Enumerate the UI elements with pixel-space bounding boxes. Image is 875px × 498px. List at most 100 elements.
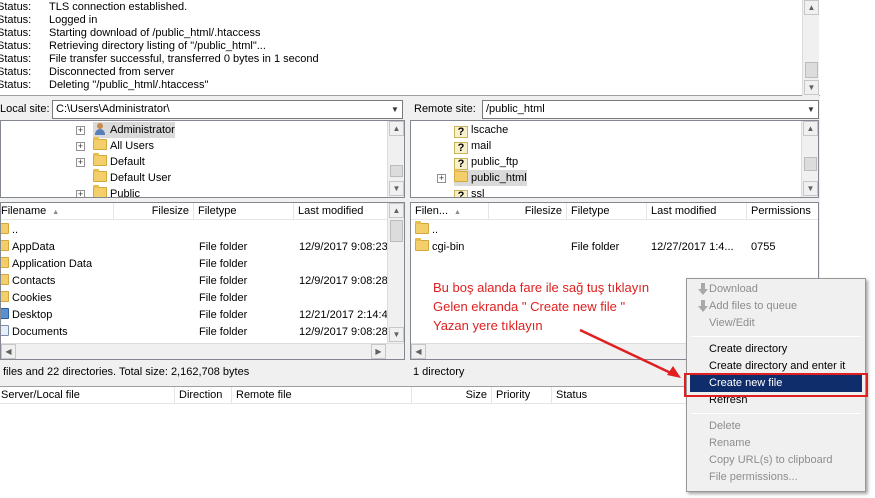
documents-icon: [1, 325, 9, 336]
local-status-bar: files and 22 directories. Total size: 2,…: [0, 362, 405, 383]
remote-site-path: /public_html: [486, 103, 545, 115]
column-header-last-modified[interactable]: Last modified: [647, 203, 747, 220]
column-header-filesize[interactable]: Filesize: [489, 203, 567, 220]
menu-separator: [691, 413, 861, 414]
file-row[interactable]: Desktop File folder 12/21/2017 2:14:4: [1, 307, 388, 324]
scroll-thumb[interactable]: [390, 165, 403, 177]
folder-icon: [1, 240, 9, 251]
local-tree-scrollbar[interactable]: ▲ ▼: [387, 121, 404, 197]
menu-item-download[interactable]: Download: [690, 281, 862, 298]
local-dir-tree[interactable]: + Administrator + All Users + Default De…: [0, 120, 405, 198]
file-row[interactable]: ..: [1, 222, 387, 239]
folder-icon: [93, 185, 107, 197]
folder-icon: [415, 238, 429, 251]
scroll-up-arrow-icon[interactable]: ▲: [803, 121, 818, 136]
menu-item-view-edit[interactable]: View/Edit: [690, 315, 862, 332]
menu-separator: [691, 336, 861, 337]
folder-icon: [1, 223, 9, 234]
local-file-list[interactable]: Filename ▲ Filesize Filetype Last modifie…: [0, 202, 405, 360]
column-header-permissions[interactable]: Permissions: [747, 203, 818, 220]
download-arrow-icon: [698, 283, 708, 295]
annotation-line-2: Gelen ekranda " Create new file ": [433, 299, 626, 314]
file-row[interactable]: Application Data File folder: [1, 256, 387, 273]
column-header-remote-file[interactable]: Remote file: [232, 387, 412, 404]
folder-icon: [93, 137, 107, 150]
column-header-filename[interactable]: Filename ▲: [1, 203, 114, 220]
column-header-direction[interactable]: Direction: [175, 387, 232, 404]
column-header-server-local-file[interactable]: Server/Local file: [0, 387, 175, 404]
menu-item-copy-url[interactable]: Copy URL(s) to clipboard: [690, 452, 862, 469]
folder-icon: [93, 153, 107, 166]
folder-icon: [415, 221, 429, 234]
queue-add-icon: [698, 300, 708, 312]
scroll-up-arrow-icon[interactable]: ▲: [389, 203, 404, 218]
scroll-thumb[interactable]: [390, 220, 403, 242]
column-header-filename[interactable]: Filen... ▲: [411, 203, 489, 220]
expand-plus-icon[interactable]: +: [76, 158, 85, 167]
column-header-last-modified[interactable]: Last modified: [294, 203, 394, 220]
file-row[interactable]: AppData File folder 12/9/2017 9:08:23: [1, 239, 388, 256]
scroll-thumb[interactable]: [805, 62, 818, 78]
message-log[interactable]: Status: TLS connection established. Statu…: [0, 0, 822, 96]
menu-item-rename[interactable]: Rename: [690, 435, 862, 452]
unknown-folder-icon: ?: [454, 126, 468, 138]
expand-plus-icon[interactable]: +: [76, 142, 85, 151]
local-list-scrollbar[interactable]: ▲ ▼: [387, 203, 404, 343]
column-header-filetype[interactable]: Filetype: [194, 203, 294, 220]
folder-icon: [93, 169, 107, 182]
scroll-down-arrow-icon[interactable]: ▼: [389, 181, 404, 196]
scroll-right-arrow-icon[interactable]: ▶: [371, 344, 386, 359]
column-header-priority[interactable]: Priority: [492, 387, 552, 404]
folder-icon: [1, 257, 9, 268]
remote-site-bar: Remote site: /public_html ▼: [410, 99, 819, 120]
scroll-up-arrow-icon[interactable]: ▲: [389, 121, 404, 136]
column-header-filesize[interactable]: Filesize: [114, 203, 194, 220]
unknown-folder-icon: ?: [454, 190, 468, 197]
annotation-line-1: Bu boş alanda fare ile sağ tuş tıklayın: [433, 280, 650, 295]
remote-dir-tree[interactable]: ? lscache ? mail ? public_ftp + public_html…: [410, 120, 819, 198]
folder-icon: [1, 291, 9, 302]
folder-icon: [1, 274, 9, 285]
expand-plus-icon[interactable]: +: [76, 126, 85, 135]
menu-item-file-permissions[interactable]: File permissions...: [690, 469, 862, 486]
file-row[interactable]: Documents File folder 12/9/2017 9:08:28: [1, 324, 388, 341]
sort-up-icon: ▲: [454, 209, 461, 216]
log-scrollbar[interactable]: ▲ ▼: [802, 0, 819, 96]
expand-plus-icon[interactable]: +: [76, 190, 85, 197]
file-row[interactable]: ..: [411, 221, 818, 239]
scroll-left-arrow-icon[interactable]: ◀: [411, 344, 426, 359]
column-header-filetype[interactable]: Filetype: [567, 203, 647, 220]
file-row[interactable]: cgi-bin File folder 12/27/2017 1:4... 07…: [411, 238, 818, 256]
unknown-folder-icon: ?: [454, 142, 468, 154]
remote-site-label: Remote site:: [414, 103, 476, 115]
annotation-line-3: Yazan yere tıklayın: [433, 318, 543, 333]
local-list-hscrollbar[interactable]: ◀ ▶: [1, 343, 404, 359]
desktop-icon: [1, 308, 9, 319]
file-row[interactable]: Cookies File folder: [1, 290, 387, 307]
chevron-down-icon[interactable]: ▼: [388, 101, 402, 118]
expand-plus-icon[interactable]: +: [437, 174, 446, 183]
local-site-label: Local site:: [0, 103, 50, 115]
menu-item-create-directory[interactable]: Create directory: [690, 341, 862, 358]
annotation-highlight-box: [684, 373, 868, 397]
scroll-down-arrow-icon[interactable]: ▼: [803, 181, 818, 196]
local-site-path: C:\Users\Administrator\: [56, 103, 170, 115]
remote-site-combo[interactable]: /public_html ▼: [482, 100, 819, 119]
scroll-down-arrow-icon[interactable]: ▼: [389, 327, 404, 342]
file-row[interactable]: Contacts File folder 12/9/2017 9:08:28: [1, 273, 388, 290]
user-folder-icon: [93, 123, 107, 135]
scroll-thumb[interactable]: [804, 157, 817, 171]
local-site-bar: Local site: C:\Users\Administrator\ ▼: [0, 99, 405, 120]
remote-tree-scrollbar[interactable]: ▲ ▼: [801, 121, 818, 197]
folder-icon: [454, 169, 468, 182]
annotation-arrow-icon: [579, 328, 681, 378]
scroll-left-arrow-icon[interactable]: ◀: [1, 344, 16, 359]
menu-item-delete[interactable]: Delete: [690, 418, 862, 435]
chevron-down-icon[interactable]: ▼: [804, 101, 818, 118]
sort-up-icon: ▲: [52, 209, 60, 216]
menu-item-add-files-to-queue[interactable]: Add files to queue: [690, 298, 862, 315]
scroll-down-arrow-icon[interactable]: ▼: [804, 80, 819, 95]
column-header-size[interactable]: Size: [412, 387, 492, 404]
local-site-combo[interactable]: C:\Users\Administrator\ ▼: [52, 100, 403, 119]
scroll-up-arrow-icon[interactable]: ▲: [804, 0, 819, 15]
